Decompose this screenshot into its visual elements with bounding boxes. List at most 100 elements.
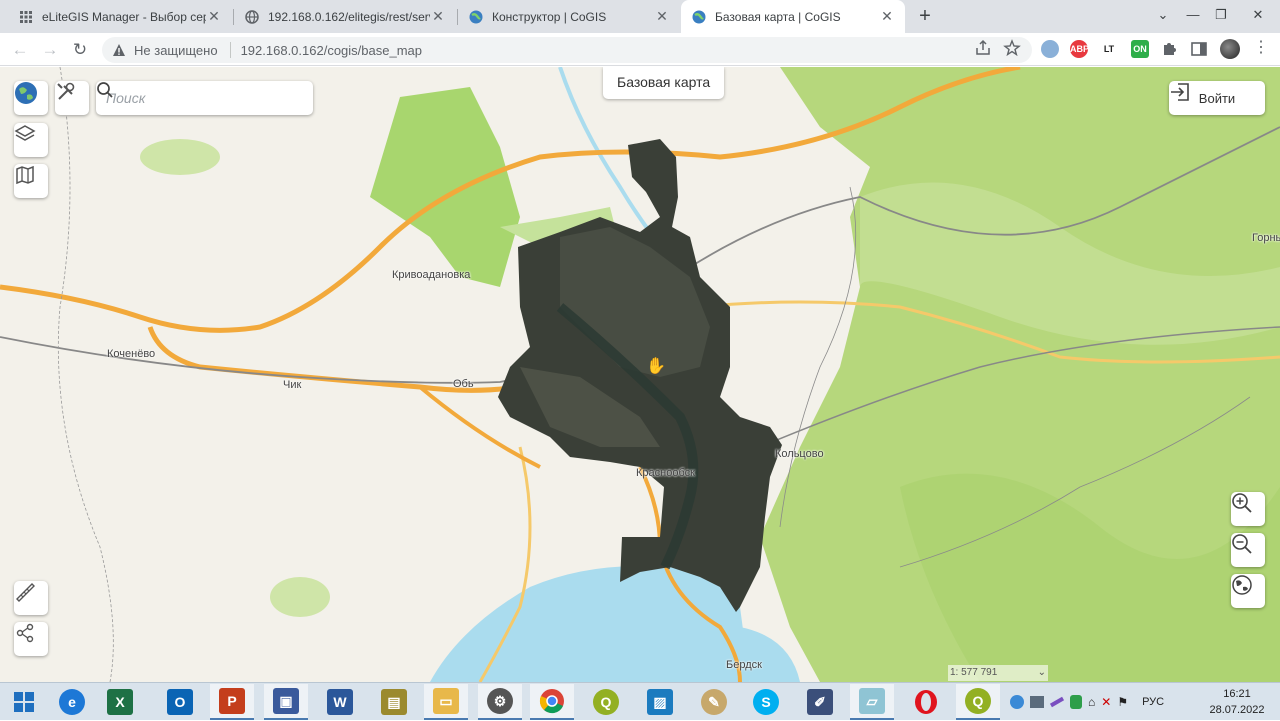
taskbar-qgis2[interactable]: Q	[956, 684, 1000, 720]
tray-shield-icon[interactable]	[1070, 695, 1082, 709]
taskbar-excel[interactable]: X	[98, 684, 142, 720]
pan-hand-cursor-icon: ✋	[646, 358, 666, 375]
tab-base-map[interactable]: Базовая карта | CoGIS ✕	[681, 0, 905, 33]
taskbar-skype[interactable]: S	[744, 684, 788, 720]
place-label: Горны	[1252, 232, 1280, 244]
lt-extension-icon[interactable]: LT	[1100, 40, 1118, 58]
measure-button[interactable]	[14, 581, 48, 615]
tab-title: 192.168.0.162/elitegis/rest/servic	[268, 9, 430, 24]
taskbar-tool[interactable]: ✐	[798, 684, 842, 720]
zoom-out-button[interactable]	[1231, 533, 1265, 567]
windows-taskbar: e X O P ▣ W ▤ ▭ ⚙ Q ▨ ✎ S ✐ ▱ Q ⌂ ✕ ⚑ РУ…	[0, 682, 1280, 720]
notes-icon: ▱	[859, 688, 885, 714]
window-close-icon[interactable]: ✕	[1236, 0, 1280, 33]
close-icon[interactable]: ✕	[430, 8, 446, 25]
map-search-box[interactable]	[96, 81, 313, 115]
tray-volume-muted-icon[interactable]: ✕	[1101, 695, 1111, 709]
tray-flag-icon[interactable]: ⚑	[1117, 695, 1128, 709]
taskbar-qgis[interactable]: Q	[584, 684, 628, 720]
taskbar-notes[interactable]: ▱	[850, 684, 894, 720]
taskbar-archive[interactable]: ▤	[372, 684, 416, 720]
chrome-icon	[539, 689, 564, 714]
on-extension-icon[interactable]: ON	[1131, 40, 1149, 58]
map-book-button[interactable]	[14, 164, 48, 198]
browser-menu-icon[interactable]: ⋮	[1253, 38, 1269, 58]
share-button[interactable]	[14, 622, 48, 656]
taskbar-paint[interactable]: ✎	[692, 684, 736, 720]
opera-icon	[915, 690, 937, 714]
taskbar-outlook[interactable]: O	[158, 684, 202, 720]
place-label: Коченёво	[107, 348, 156, 360]
login-icon	[1171, 83, 1189, 101]
taskbar-powerpoint[interactable]: P	[210, 684, 254, 720]
zoom-out-icon	[1232, 534, 1252, 554]
taskbar-chrome[interactable]	[530, 684, 574, 720]
archive-icon: ▤	[381, 689, 407, 715]
login-label: Войти	[1198, 90, 1236, 106]
tray-monitor-icon[interactable]	[1030, 696, 1044, 708]
place-label: Обь	[453, 378, 474, 390]
water	[740, 627, 800, 682]
green-patch	[270, 577, 330, 617]
basemap-globe-button[interactable]	[14, 81, 48, 115]
close-icon[interactable]: ✕	[206, 8, 222, 25]
tab-rest-services[interactable]: 192.168.0.162/elitegis/rest/servic ✕	[234, 0, 456, 33]
taskbar-files[interactable]: ▭	[424, 684, 468, 720]
layers-icon	[14, 125, 36, 141]
edge-icon: e	[59, 689, 85, 715]
close-icon[interactable]: ✕	[654, 8, 670, 25]
adblock-icon[interactable]: ABP	[1070, 40, 1089, 58]
search-icon[interactable]	[96, 81, 114, 99]
settings-app-icon: ⚙	[487, 688, 513, 714]
cogis-icon	[468, 9, 484, 25]
map-viewport[interactable]: Кривоадановка Коченёво Чик Обь Краснообс…	[0, 67, 1280, 682]
address-bar[interactable]: Не защищено 192.168.0.162/cogis/base_map	[102, 37, 1032, 63]
taskbar-edge[interactable]: e	[50, 684, 94, 720]
system-clock[interactable]: 16:21 28.07.2022	[1200, 686, 1274, 718]
forward-arrow-icon[interactable]: →	[38, 38, 62, 62]
globe-outline-icon	[1232, 575, 1252, 595]
new-tab-button[interactable]: +	[914, 6, 936, 28]
back-arrow-icon[interactable]: ←	[8, 38, 32, 62]
tray-network-icon[interactable]: ⌂	[1088, 695, 1095, 709]
url-text: 192.168.0.162/cogis/base_map	[240, 42, 422, 58]
extensions-puzzle-icon[interactable]	[1160, 40, 1178, 58]
outlook-icon: O	[167, 689, 193, 715]
photos-icon: ▨	[647, 689, 673, 715]
start-button[interactable]	[2, 684, 46, 720]
tab-elitegis-manager[interactable]: eLiteGIS Manager - Выбор серв ✕	[8, 0, 232, 33]
side-panel-icon[interactable]	[1190, 40, 1208, 58]
tools-icon	[57, 82, 75, 100]
tray-pen-icon[interactable]	[1049, 696, 1065, 708]
warning-icon	[113, 44, 125, 56]
full-extent-button[interactable]	[1231, 574, 1265, 608]
browser-tab-strip: eLiteGIS Manager - Выбор серв ✕ 192.168.…	[0, 0, 1280, 33]
files-icon: ▭	[433, 688, 459, 714]
zoom-in-button[interactable]	[1231, 492, 1265, 526]
reload-icon[interactable]: ↻	[68, 38, 92, 62]
taskbar-photos[interactable]: ▨	[638, 684, 682, 720]
close-icon[interactable]: ✕	[879, 8, 895, 25]
restore-icon[interactable]: ❐	[1206, 0, 1236, 33]
taskbar-settings-app[interactable]: ⚙	[478, 684, 522, 720]
tab-search-chevron-icon[interactable]: ⌄	[1148, 0, 1178, 33]
scale-selector[interactable]: 1: 577 791 ⌄	[948, 665, 1048, 681]
language-indicator[interactable]: РУС	[1142, 696, 1164, 708]
profile-avatar[interactable]	[1220, 39, 1240, 59]
bookmark-star-icon[interactable]	[1003, 39, 1021, 57]
omnibox-divider	[229, 42, 231, 58]
extension-globe-icon[interactable]	[1041, 40, 1059, 58]
tray-edge-icon[interactable]	[1010, 695, 1024, 709]
tab-konstruktor[interactable]: Конструктор | CoGIS ✕	[458, 0, 680, 33]
taskbar-word[interactable]: W	[318, 684, 362, 720]
cogis-icon	[691, 9, 707, 25]
taskbar-explorer-app[interactable]: ▣	[264, 684, 308, 720]
layers-button[interactable]	[14, 123, 48, 157]
login-button[interactable]: Войти	[1169, 81, 1265, 115]
place-label: Краснообск	[636, 467, 695, 479]
taskbar-opera[interactable]	[904, 684, 948, 720]
share-icon[interactable]	[974, 39, 992, 57]
tools-button[interactable]	[55, 81, 89, 115]
search-input[interactable]	[106, 90, 303, 106]
minimize-icon[interactable]: —	[1178, 0, 1208, 33]
